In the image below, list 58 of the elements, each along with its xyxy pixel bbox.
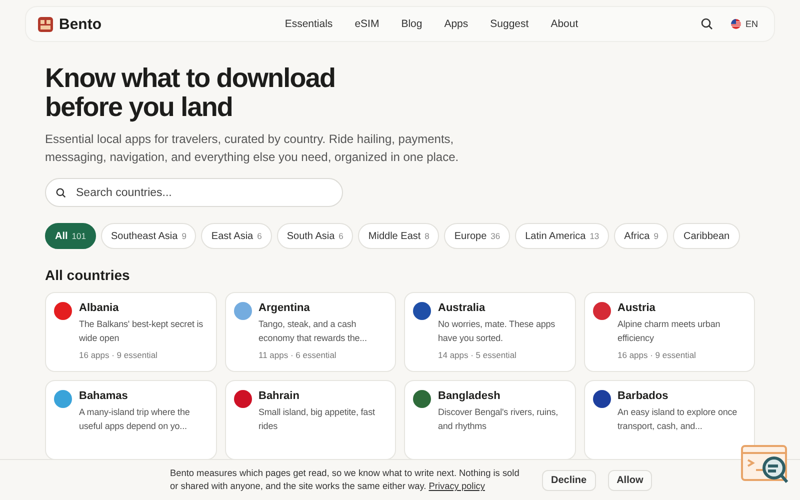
country-name: Bahrain — [258, 390, 300, 402]
privacy-policy-link[interactable]: Privacy policy — [428, 481, 485, 491]
nav-link[interactable]: Essentials — [284, 18, 333, 30]
region-filter-chip[interactable]: East Asia 6 — [201, 223, 272, 249]
language-button[interactable]: EN — [727, 15, 762, 33]
country-description: Alpine charm meets urban efficiency — [618, 318, 722, 345]
country-card[interactable]: Argentina Tango, steak, and a cash economy that rewards the... 11 apps · 6 essential — [224, 292, 396, 372]
nav-link[interactable]: About — [550, 18, 578, 30]
app-count: 11 apps · 6 essential — [258, 350, 338, 360]
country-description: No worries, mate. These apps have you sorted. — [438, 318, 556, 345]
app-count: 14 apps · 5 essential — [438, 350, 518, 360]
country-description: An easy island to explore once transport, cash, and... — [618, 406, 738, 433]
consent-text: Bento measures which pages get read, so we know what to write next. Nothing is sold or shared with anyone, and the site works the same either way. Privacy policy — [170, 467, 520, 493]
country-name: Albania — [79, 302, 120, 314]
hero-title: Know what to download before you land — [45, 64, 336, 122]
flag-icon — [731, 19, 742, 29]
hero-subtitle: Essential local apps for travelers, curated by country. Ride hailing, payments, messaging, navigation, and everything else you need, organized in one place. — [45, 131, 460, 166]
country-description: A many-island trip where the useful apps depend on yo... — [79, 406, 191, 433]
region-filter-chip[interactable]: Europe 36 — [444, 223, 510, 249]
country-name: Bangladesh — [438, 390, 502, 402]
country-card[interactable]: Bangladesh Discover Bengal's rivers, ruins, and rhythms — [404, 380, 576, 459]
country-description: Discover Bengal's rivers, ruins, and rhythms — [438, 406, 560, 433]
region-filter-chip[interactable]: Southeast Asia 9 — [100, 223, 196, 249]
country-description: Tango, steak, and a cash economy that rewards the... — [258, 318, 368, 345]
region-filter-chip[interactable]: South Asia 6 — [276, 223, 354, 249]
nav-link[interactable]: eSIM — [354, 18, 380, 30]
country-description: Small island, big appetite, fast rides — [258, 406, 376, 433]
region-filter-chip[interactable]: All 101 — [45, 223, 96, 249]
country-name: Bahamas — [79, 390, 129, 402]
country-card[interactable]: Bahrain Small island, big appetite, fast rides — [224, 380, 396, 459]
search-icon[interactable] — [701, 18, 714, 30]
consent-button[interactable]: Decline — [542, 470, 596, 490]
region-filter-chip[interactable]: Latin America 13 — [515, 223, 610, 249]
app-count: 16 apps · 9 essential — [79, 350, 158, 360]
country-name: Argentina — [258, 302, 311, 314]
country-card[interactable]: Austria Alpine charm meets urban efficiency 16 apps · 9 essential — [584, 292, 755, 372]
search-field[interactable]: Search countries... — [45, 178, 343, 207]
nav-link[interactable]: Apps — [444, 18, 468, 30]
country-card[interactable]: Bahamas A many-island trip where the useful apps depend on yo... — [45, 380, 216, 459]
country-description: The Balkans' best-kept secret is wide open — [79, 318, 204, 345]
search-input[interactable]: Search countries... — [74, 186, 332, 200]
nav-link[interactable]: Blog — [401, 18, 422, 30]
region-filter-chip[interactable]: Caribbean — [673, 223, 740, 249]
country-name: Barbados — [618, 390, 670, 402]
region-filter-chip[interactable]: Middle East 8 — [358, 223, 440, 249]
consent-button[interactable]: Allow — [608, 470, 652, 490]
nav-link[interactable]: Suggest — [490, 18, 529, 30]
country-card[interactable]: Albania The Balkans' best-kept secret is wide open 16 apps · 9 essential — [45, 292, 216, 372]
country-name: Austria — [618, 302, 656, 314]
region-filter-chip[interactable]: Africa 9 — [614, 223, 668, 249]
app-count: 16 apps · 9 essential — [618, 350, 697, 360]
section-title: All countries — [45, 267, 131, 283]
bento-box-icon — [38, 16, 53, 32]
country-name: Australia — [438, 302, 486, 314]
search-icon — [56, 188, 66, 198]
country-card[interactable]: Barbados An easy island to explore once transport, cash, and... — [584, 380, 755, 459]
country-card[interactable]: Australia No worries, mate. These apps have you sorted. 14 apps · 5 essential — [404, 292, 576, 372]
brand-name[interactable]: Bento — [59, 16, 102, 32]
